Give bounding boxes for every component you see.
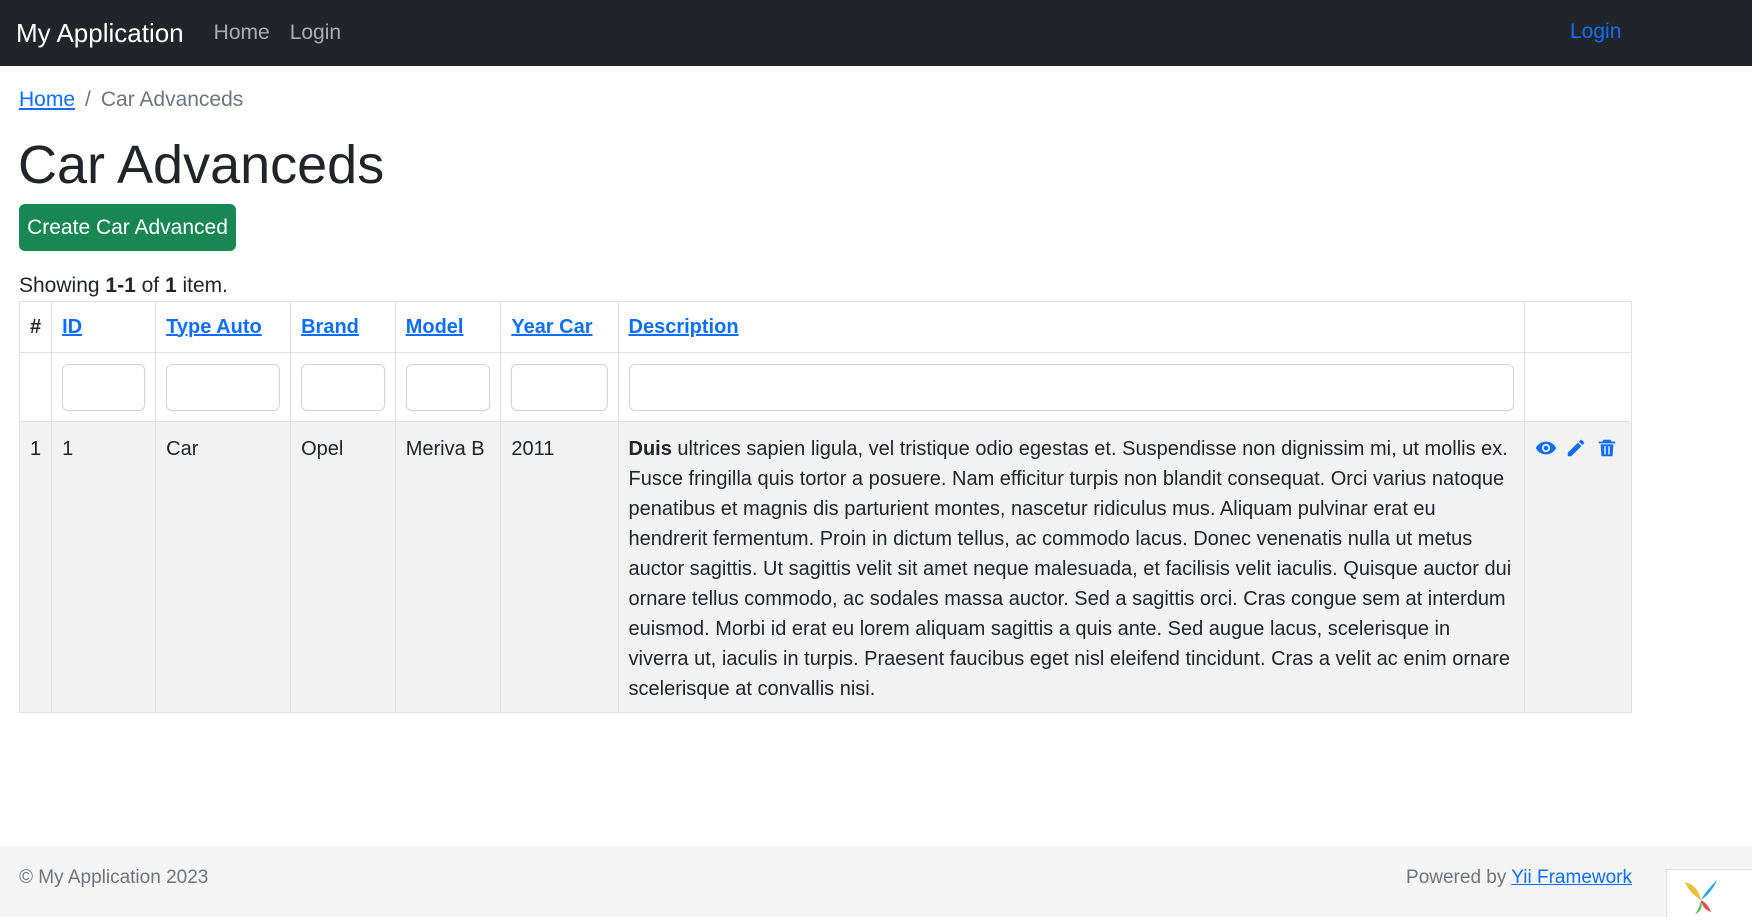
breadcrumb-separator: / xyxy=(85,88,91,111)
breadcrumb: Home / Car Advanceds xyxy=(19,88,243,112)
table-row: 1 1 Car Opel Meriva B 2011 Duis ultrices… xyxy=(18,421,1633,713)
cell-model: Meriva B xyxy=(394,421,502,713)
debug-toolbar[interactable] xyxy=(1666,869,1752,917)
breadcrumb-home-link[interactable]: Home xyxy=(19,88,75,112)
summary-range: 1-1 xyxy=(105,274,136,297)
filter-input-type-auto[interactable] xyxy=(166,363,281,411)
yii-logo-icon[interactable] xyxy=(1679,876,1723,916)
column-header-model: Model xyxy=(394,301,502,353)
filter-row xyxy=(18,352,1633,422)
nav-login-right[interactable]: Login xyxy=(1570,20,1621,44)
footer-yii-link[interactable]: Yii Framework xyxy=(1511,867,1632,888)
filter-cell-id xyxy=(51,352,157,422)
filter-input-model[interactable] xyxy=(405,363,491,411)
cell-brand: Opel xyxy=(290,421,396,713)
filter-cell-index xyxy=(18,352,53,422)
cell-year-car: 2011 xyxy=(500,421,619,713)
trash-icon[interactable] xyxy=(1596,437,1618,459)
summary-suffix: item. xyxy=(176,274,228,297)
grid-summary: Showing 1-1 of 1 item. xyxy=(19,274,228,298)
sort-link-year-car[interactable]: Year Car xyxy=(511,316,592,338)
column-header-id: ID xyxy=(51,301,157,353)
filter-input-id[interactable] xyxy=(62,363,146,411)
sort-link-id[interactable]: ID xyxy=(62,316,82,338)
cell-index: 1 xyxy=(18,421,53,713)
filter-cell-year-car xyxy=(500,352,619,422)
car-advanced-grid: # ID Type Auto Brand Model Year Car Desc… xyxy=(18,301,1633,713)
sort-link-model[interactable]: Model xyxy=(406,316,464,338)
create-car-advanced-button[interactable]: Create Car Advanced xyxy=(19,204,236,251)
filter-cell-type-auto xyxy=(155,352,292,422)
column-header-description: Description xyxy=(617,301,1525,353)
cell-description: Duis ultrices sapien ligula, vel tristiq… xyxy=(617,421,1525,713)
footer-copyright: © My Application 2023 xyxy=(19,867,209,888)
filter-cell-description xyxy=(617,352,1525,422)
filter-cell-model xyxy=(394,352,502,422)
footer-powered-prefix: Powered by xyxy=(1406,867,1512,888)
description-bold: Duis xyxy=(628,438,672,460)
sort-link-description[interactable]: Description xyxy=(629,316,739,338)
sort-link-brand[interactable]: Brand xyxy=(301,316,359,338)
column-header-type-auto: Type Auto xyxy=(155,301,292,353)
footer-powered-by: Powered by Yii Framework xyxy=(1406,867,1632,889)
column-header-index: # xyxy=(18,301,53,353)
cell-id: 1 xyxy=(51,421,157,713)
navbar-brand[interactable]: My Application xyxy=(16,18,184,49)
filter-input-brand[interactable] xyxy=(301,363,385,411)
nav-link-login[interactable]: Login xyxy=(290,21,341,45)
cell-type-auto: Car xyxy=(155,421,292,713)
summary-prefix: Showing xyxy=(19,274,106,297)
page-title: Car Advanceds xyxy=(18,135,385,195)
column-header-year-car: Year Car xyxy=(500,301,619,353)
filter-input-year-car[interactable] xyxy=(511,363,608,411)
pencil-icon[interactable] xyxy=(1565,437,1587,459)
footer: © My Application 2023 Powered by Yii Fra… xyxy=(0,846,1752,917)
filter-input-description[interactable] xyxy=(628,363,1514,411)
summary-middle: of xyxy=(135,274,165,297)
breadcrumb-current: Car Advanceds xyxy=(100,88,244,111)
filter-cell-actions xyxy=(1523,352,1633,422)
nav-link-home[interactable]: Home xyxy=(214,21,270,45)
header-row: # ID Type Auto Brand Model Year Car Desc… xyxy=(18,301,1633,353)
cell-actions xyxy=(1523,421,1633,713)
navbar: My Application Home Login xyxy=(0,0,1752,66)
description-text: ultrices sapien ligula, vel tristique od… xyxy=(628,438,1512,700)
summary-total: 1 xyxy=(164,274,177,297)
column-header-actions xyxy=(1523,301,1633,353)
filter-cell-brand xyxy=(290,352,396,422)
sort-link-type-auto[interactable]: Type Auto xyxy=(166,316,262,338)
column-header-brand: Brand xyxy=(290,301,396,353)
eye-icon[interactable] xyxy=(1535,437,1557,459)
